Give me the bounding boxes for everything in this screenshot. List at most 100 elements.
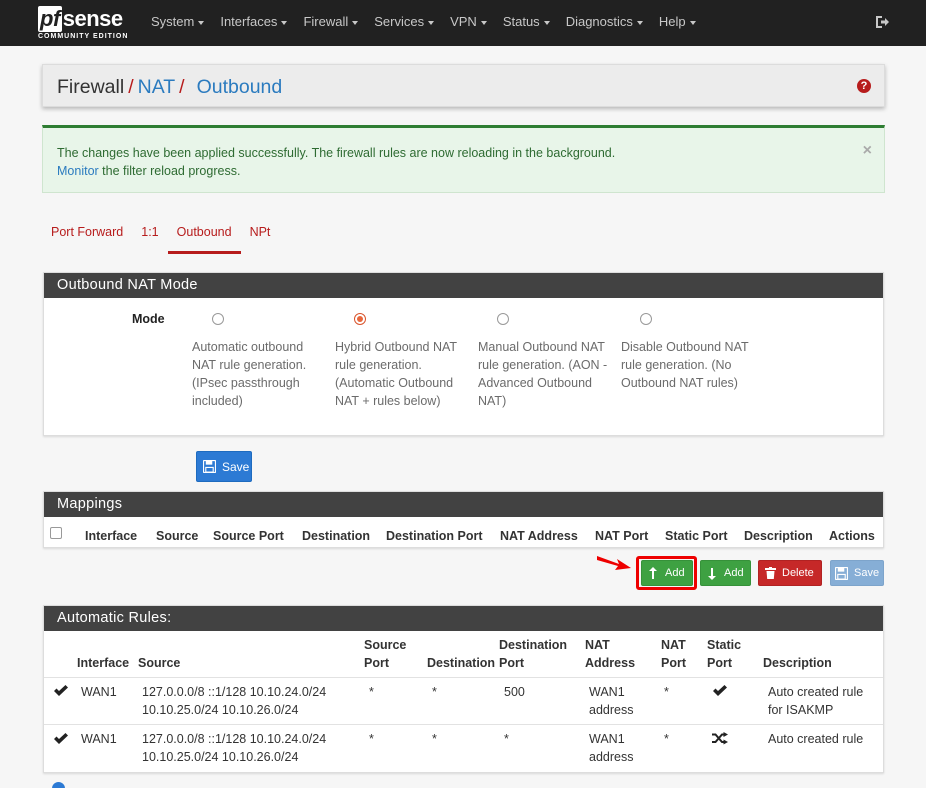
close-icon[interactable]: × [863, 142, 872, 160]
help-icon[interactable]: ? [857, 79, 871, 93]
menu-firewall-label: Firewall [303, 14, 349, 29]
mode-save-button[interactable]: Save [196, 451, 252, 482]
mode-option-label: Automatic outbound NAT rule generation. … [192, 340, 307, 408]
trash-icon [765, 567, 776, 579]
cell-destination: * [432, 685, 437, 699]
mode-option-manual: Manual Outbound NAT rule generation. (AO… [478, 313, 608, 410]
radio-disable[interactable] [640, 313, 652, 325]
menu-firewall[interactable]: Firewall [295, 0, 366, 46]
top-navbar: pf sense COMMUNITY EDITION System Interfa… [0, 0, 926, 46]
col-interface: Interface [85, 529, 138, 543]
cell-nat-port: * [664, 732, 669, 746]
delete-label: Delete [782, 567, 814, 579]
col-source-port: Source Port [213, 529, 284, 543]
alert-text: The changes have been applied successful… [57, 146, 616, 160]
mappings-panel: Mappings Interface Source Source Port De… [43, 491, 884, 548]
cell-destination-port: 500 [504, 685, 525, 699]
col-description: Description [763, 656, 832, 670]
menu-interfaces[interactable]: Interfaces [212, 0, 295, 46]
mode-option-hybrid: Hybrid Outbound NAT rule generation. (Au… [335, 313, 465, 410]
caret-down-icon [543, 20, 550, 25]
mode-option-automatic: Automatic outbound NAT rule generation. … [192, 313, 322, 410]
logo-wordmark: pf sense [38, 6, 123, 32]
cell-source: 127.0.0.0/8 ::1/128 10.10.24.0/24 [142, 732, 327, 746]
radio-hybrid[interactable] [354, 313, 366, 325]
red-arrow-annotation [597, 556, 631, 570]
col-static-port: Static Port [665, 529, 728, 543]
alert-suffix: the filter reload progress. [98, 164, 241, 178]
col-destination: Destination [302, 529, 371, 543]
delete-button[interactable]: Delete [758, 560, 822, 586]
add-rule-bottom-button[interactable]: Add [700, 560, 751, 586]
breadcrumb-separator: / [128, 76, 134, 98]
col-static-port-2: Port [707, 656, 732, 670]
alert-message: The changes have been applied successful… [57, 144, 817, 180]
shuffle-icon [712, 732, 728, 745]
mappings-save-button[interactable]: Save [830, 560, 884, 586]
row-divider [44, 724, 883, 725]
floppy-icon [835, 566, 848, 580]
breadcrumb-separator: / [179, 76, 185, 98]
caret-down-icon [480, 20, 487, 25]
cell-description: Auto created rule [768, 732, 864, 746]
breadcrumb-outbound-link[interactable]: Outbound [197, 76, 283, 98]
menu-vpn[interactable]: VPN [442, 0, 495, 46]
save-label: Save [854, 567, 880, 579]
monitor-link[interactable]: Monitor [57, 164, 99, 178]
success-alert: The changes have been applied successful… [42, 125, 885, 193]
col-destination-port: Destination [499, 638, 568, 652]
menu-system-label: System [151, 14, 195, 29]
col-nat-address: NAT Address [500, 529, 578, 543]
col-nat-port: NAT Port [595, 529, 649, 543]
menu-status[interactable]: Status [495, 0, 558, 46]
col-destination-port: Destination Port [386, 529, 483, 543]
breadcrumb-panel: Firewall / NAT / Outbound ? [42, 64, 885, 107]
caret-down-icon [689, 20, 696, 25]
main-menu: System Interfaces Firewall Services VPN … [143, 0, 704, 46]
mode-option-disable: Disable Outbound NAT rule generation. (N… [621, 313, 751, 392]
col-description: Description [744, 529, 813, 543]
col-source: Source [156, 529, 199, 543]
info-icon[interactable] [52, 782, 65, 788]
menu-diagnostics[interactable]: Diagnostics [558, 0, 651, 46]
col-source-port-2: Port [364, 656, 389, 670]
caret-down-icon [636, 20, 643, 25]
col-actions: Actions [829, 529, 875, 543]
mappings-header-row: Interface Source Source Port Destination… [44, 517, 883, 549]
cell-interface: WAN1 [81, 732, 117, 746]
cell-nat-port: * [664, 685, 669, 699]
panel-title: Outbound NAT Mode [44, 273, 883, 298]
add-bottom-label: Add [724, 567, 744, 579]
col-nat-port: NAT [661, 638, 686, 652]
cell-source-2: 10.10.25.0/24 10.10.26.0/24 [142, 703, 299, 717]
tab-port-forward[interactable]: Port Forward [42, 222, 132, 254]
mode-option-label: Hybrid Outbound NAT rule generation. (Au… [335, 340, 457, 408]
highlight-box-annotation [636, 556, 697, 590]
col-interface: Interface [77, 656, 130, 670]
pfsense-logo[interactable]: pf sense COMMUNITY EDITION [38, 6, 134, 42]
check-icon [54, 685, 68, 696]
select-all-checkbox[interactable] [50, 527, 62, 539]
menu-status-label: Status [502, 14, 540, 29]
tab-one-to-one[interactable]: 1:1 [132, 222, 167, 254]
menu-help[interactable]: Help [651, 0, 704, 46]
radio-automatic[interactable] [212, 313, 224, 325]
tab-outbound[interactable]: Outbound [167, 222, 241, 254]
cell-description: Auto created rule [768, 685, 864, 699]
breadcrumb-nat-link[interactable]: NAT [138, 76, 176, 98]
caret-down-icon [428, 20, 435, 25]
col-source-port: Source [364, 638, 407, 652]
check-icon [713, 685, 727, 696]
panel-title: Mappings [44, 492, 883, 517]
menu-services[interactable]: Services [366, 0, 442, 46]
tab-npt[interactable]: NPt [241, 222, 280, 254]
cell-nat-address: WAN1 [589, 685, 625, 699]
logout-icon[interactable] [874, 14, 890, 30]
radio-manual[interactable] [497, 313, 509, 325]
breadcrumb: Firewall / NAT / Outbound [57, 76, 282, 99]
menu-vpn-label: VPN [450, 14, 477, 29]
col-source: Source [138, 656, 181, 670]
arrow-down-icon [707, 567, 716, 580]
menu-system[interactable]: System [143, 0, 212, 46]
automatic-rules-panel: Automatic Rules: Interface Source Source… [43, 605, 884, 773]
